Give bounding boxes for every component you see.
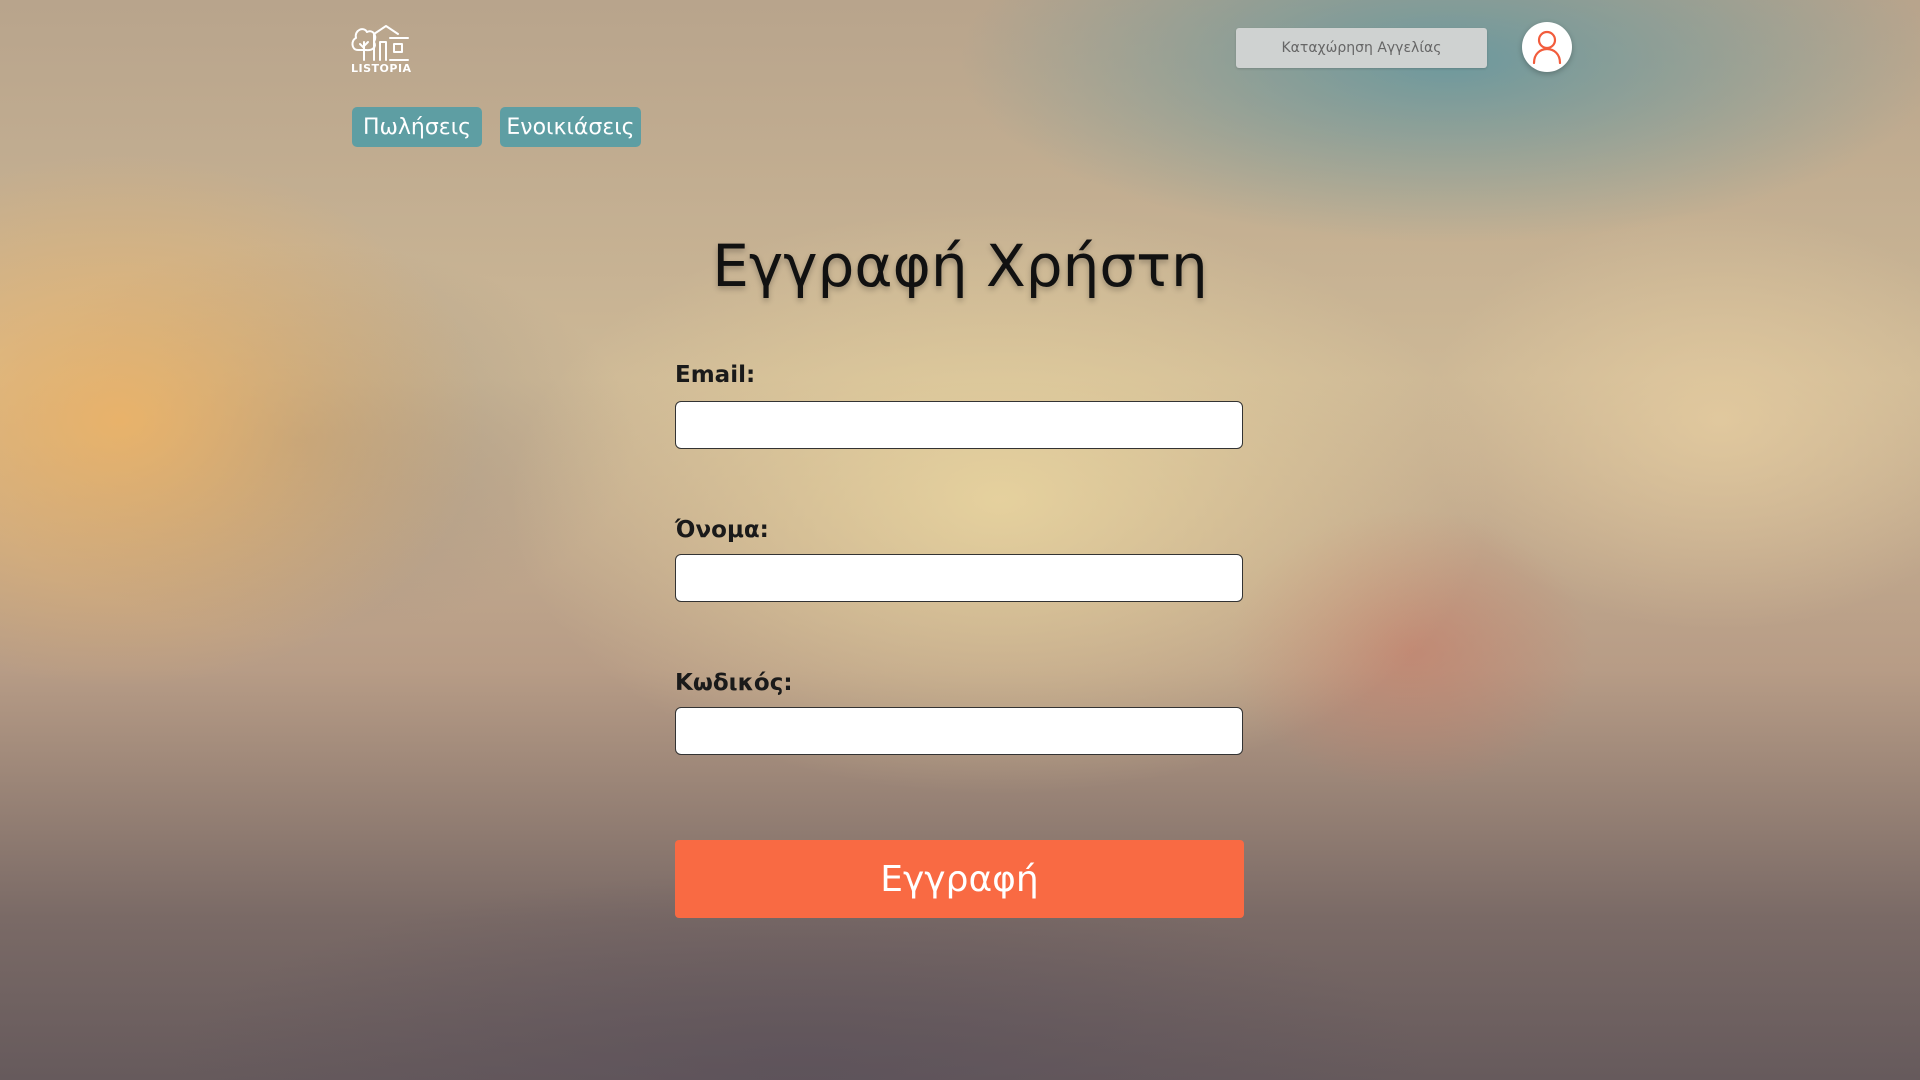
user-icon — [1532, 30, 1562, 64]
tab-rentals[interactable]: Ενοικιάσεις — [500, 107, 641, 147]
top-bar: LISTOPIA Καταχώρηση Αγγελίας — [0, 0, 1920, 100]
user-account-button[interactable] — [1522, 22, 1572, 72]
email-field[interactable] — [675, 401, 1243, 449]
password-label: Κωδικός: — [675, 670, 793, 696]
name-field[interactable] — [675, 554, 1243, 602]
house-tree-logo-icon — [351, 25, 409, 61]
logo-text: LISTOPIA — [351, 62, 412, 75]
email-label: Email: — [675, 362, 756, 388]
post-ad-button[interactable]: Καταχώρηση Αγγελίας — [1236, 28, 1487, 68]
tab-sales[interactable]: Πωλήσεις — [352, 107, 482, 147]
name-label: Όνομα: — [675, 517, 769, 543]
page-title: Εγγραφή Χρήστη — [712, 232, 1208, 300]
register-button[interactable]: Εγγραφή — [675, 840, 1244, 918]
password-field[interactable] — [675, 707, 1243, 755]
listopia-logo[interactable]: LISTOPIA — [350, 20, 414, 76]
